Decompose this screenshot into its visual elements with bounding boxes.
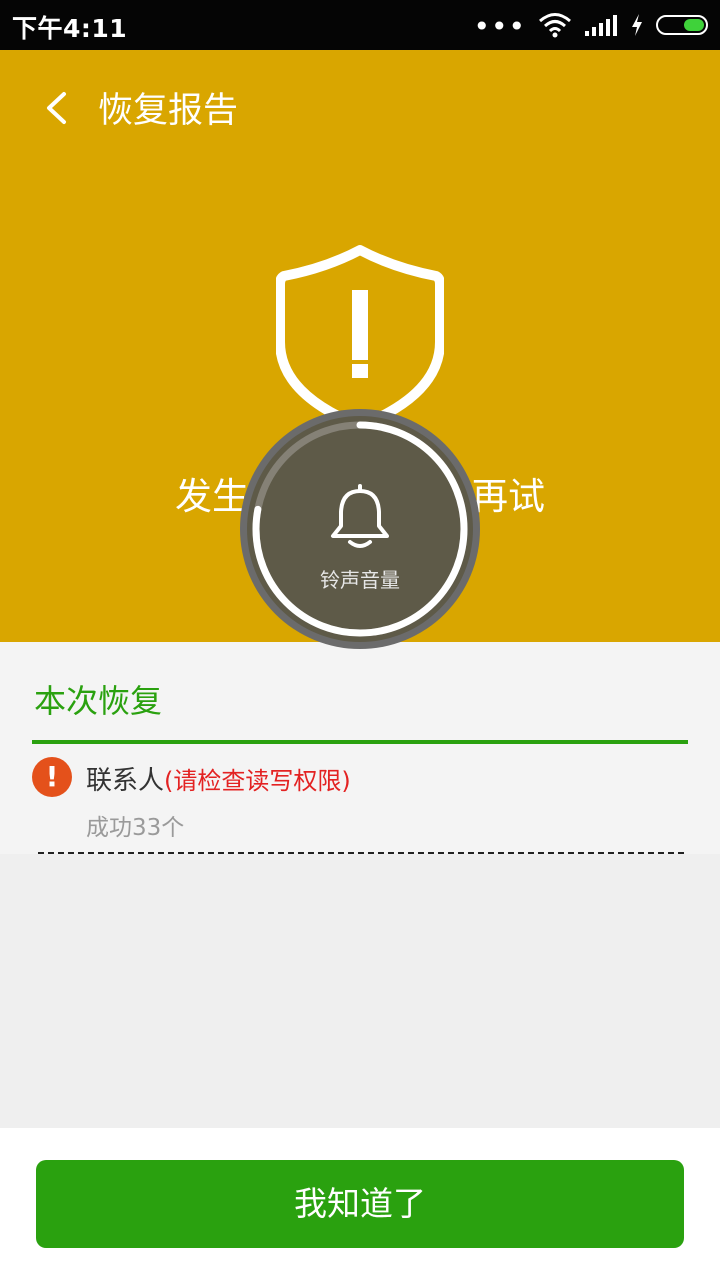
status-icons: •••: [473, 9, 708, 41]
status-bar: 下午4:11 •••: [0, 0, 720, 50]
list-item-name: 联系人(请检查读写权限): [86, 760, 351, 797]
signal-icon: [585, 15, 617, 36]
item-detail: 成功33个: [86, 815, 185, 841]
permission-warning: (请检查读写权限): [164, 767, 351, 795]
dashed-divider: [38, 852, 684, 854]
item-label: 联系人: [86, 766, 165, 796]
back-chevron-icon[interactable]: [34, 84, 84, 134]
page-title: 恢复报告: [98, 91, 239, 131]
more-dots-icon: •••: [473, 10, 526, 43]
bell-icon: [331, 484, 389, 548]
section-title: 本次恢复: [34, 682, 163, 720]
charging-bolt-icon: [632, 14, 642, 36]
wifi-icon: [539, 13, 571, 38]
status-time: 下午4:11: [12, 14, 128, 43]
battery-icon: [656, 15, 708, 35]
battery-level: [684, 19, 704, 31]
shield-exclamation-icon: [276, 245, 444, 431]
exclamation-icon: !: [32, 757, 72, 797]
section-divider: [32, 740, 688, 744]
volume-label: 铃声音量: [320, 568, 400, 592]
acknowledge-button[interactable]: 我知道了: [36, 1160, 684, 1248]
